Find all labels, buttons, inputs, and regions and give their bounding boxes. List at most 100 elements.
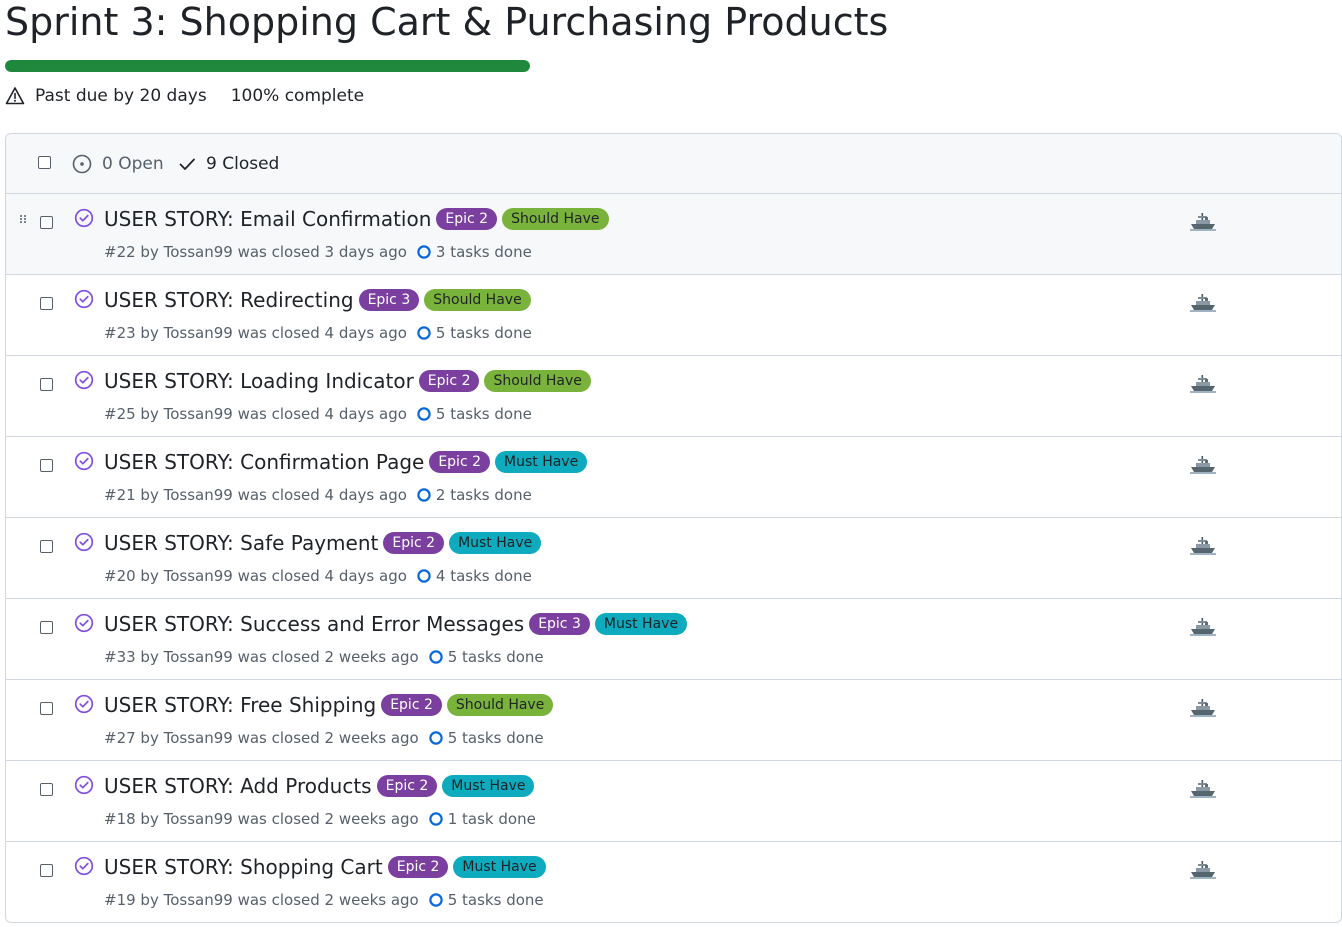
issue-title-link[interactable]: USER STORY: Safe Payment [104, 531, 378, 555]
tasks-done-text[interactable]: 5 tasks done [448, 891, 544, 909]
epic-label[interactable]: Epic 2 [429, 451, 491, 473]
epic-label[interactable]: Epic 2 [418, 370, 480, 392]
issue-checkbox[interactable] [40, 216, 53, 229]
task-progress-icon [429, 893, 443, 907]
milestone-progress-bar [5, 60, 530, 72]
issue-meta: #23 by Tossan99 was closed 4 days ago 5 … [104, 324, 532, 342]
issue-row[interactable]: USER STORY: Add Products Epic 2 Must Hav… [6, 761, 1341, 842]
priority-label[interactable]: Must Have [453, 856, 546, 878]
issue-meta-text: #21 by Tossan99 was closed 4 days ago [104, 486, 407, 504]
issue-checkbox[interactable] [40, 621, 53, 634]
ship-avatar-icon[interactable] [1190, 778, 1216, 800]
issue-row[interactable]: USER STORY: Confirmation Page Epic 2 Mus… [6, 437, 1341, 518]
issue-meta-text: #22 by Tossan99 was closed 3 days ago [104, 243, 407, 261]
tasks-done-text[interactable]: 5 tasks done [448, 648, 544, 666]
open-issues-filter[interactable]: 0 Open [72, 154, 164, 174]
issue-title-link[interactable]: USER STORY: Success and Error Messages [104, 612, 524, 636]
tasks-done-text[interactable]: 5 tasks done [448, 729, 544, 747]
issue-meta: #21 by Tossan99 was closed 4 days ago 2 … [104, 486, 532, 504]
issue-title-link[interactable]: USER STORY: Add Products [104, 774, 372, 798]
issue-checkbox[interactable] [40, 864, 53, 877]
issue-checkbox[interactable] [40, 540, 53, 553]
ship-avatar-icon[interactable] [1190, 616, 1216, 638]
issue-closed-icon [74, 532, 94, 552]
issue-checkbox[interactable] [40, 378, 53, 391]
issue-meta: #19 by Tossan99 was closed 2 weeks ago 5… [104, 891, 544, 909]
issue-title-line: USER STORY: Add Products Epic 2 Must Hav… [104, 774, 535, 798]
issue-closed-icon [74, 208, 94, 228]
issue-meta-text: #19 by Tossan99 was closed 2 weeks ago [104, 891, 419, 909]
select-all-checkbox[interactable] [38, 156, 51, 169]
issue-meta: #27 by Tossan99 was closed 2 weeks ago 5… [104, 729, 544, 747]
issue-closed-icon [74, 370, 94, 390]
issue-closed-icon [74, 451, 94, 471]
ship-avatar-icon[interactable] [1190, 211, 1216, 233]
issue-row[interactable]: USER STORY: Success and Error Messages E… [6, 599, 1341, 680]
issue-title-link[interactable]: USER STORY: Shopping Cart [104, 855, 383, 879]
tasks-done-text[interactable]: 2 tasks done [436, 486, 532, 504]
issue-title-link[interactable]: USER STORY: Confirmation Page [104, 450, 424, 474]
issue-title-link[interactable]: USER STORY: Free Shipping [104, 693, 376, 717]
issue-title-link[interactable]: USER STORY: Redirecting [104, 288, 354, 312]
task-progress-icon [417, 488, 431, 502]
ship-avatar-icon[interactable] [1190, 697, 1216, 719]
check-icon [179, 158, 195, 170]
tasks-done-text[interactable]: 5 tasks done [436, 324, 532, 342]
issue-checkbox[interactable] [40, 702, 53, 715]
tasks-done-text[interactable]: 3 tasks done [436, 243, 532, 261]
tasks-done-text[interactable]: 4 tasks done [436, 567, 532, 585]
issue-row[interactable]: USER STORY: Free Shipping Epic 2 Should … [6, 680, 1341, 761]
epic-label[interactable]: Epic 2 [436, 208, 498, 230]
issue-title-line: USER STORY: Confirmation Page Epic 2 Mus… [104, 450, 588, 474]
issue-rows: USER STORY: Email Confirmation Epic 2 Sh… [6, 194, 1341, 922]
issue-checkbox[interactable] [40, 297, 53, 310]
issue-meta: #22 by Tossan99 was closed 3 days ago 3 … [104, 243, 532, 261]
closed-issues-filter[interactable]: 9 Closed [178, 154, 279, 174]
priority-label[interactable]: Should Have [446, 694, 554, 716]
drag-handle-icon[interactable] [19, 214, 27, 224]
ship-avatar-icon[interactable] [1190, 292, 1216, 314]
priority-label[interactable]: Must Have [449, 532, 542, 554]
issue-title-link[interactable]: USER STORY: Loading Indicator [104, 369, 414, 393]
priority-label[interactable]: Should Have [424, 289, 531, 311]
task-progress-icon [417, 245, 431, 259]
task-progress-icon [417, 407, 431, 421]
milestone-progress-fill [5, 60, 530, 72]
epic-label[interactable]: Epic 3 [358, 289, 420, 311]
epic-label[interactable]: Epic 2 [383, 532, 445, 554]
epic-label[interactable]: Epic 2 [381, 694, 442, 716]
epic-label[interactable]: Epic 2 [387, 856, 449, 878]
issue-open-icon [72, 154, 92, 173]
issue-closed-icon [74, 289, 94, 309]
alert-triangle-icon [5, 86, 25, 106]
ship-avatar-icon[interactable] [1190, 454, 1216, 476]
priority-label[interactable]: Must Have [495, 451, 588, 473]
tasks-done-text[interactable]: 5 tasks done [436, 405, 532, 423]
issue-meta-text: #27 by Tossan99 was closed 2 weeks ago [104, 729, 419, 747]
issue-title-line: USER STORY: Safe Payment Epic 2 Must Hav… [104, 531, 542, 555]
issue-title-link[interactable]: USER STORY: Email Confirmation [104, 207, 431, 231]
issue-checkbox[interactable] [40, 459, 53, 472]
issue-meta: #20 by Tossan99 was closed 4 days ago 4 … [104, 567, 532, 585]
priority-label[interactable]: Should Have [502, 208, 609, 230]
issue-meta-text: #20 by Tossan99 was closed 4 days ago [104, 567, 407, 585]
priority-label[interactable]: Must Have [442, 775, 535, 797]
ship-avatar-icon[interactable] [1190, 373, 1216, 395]
tasks-done-text[interactable]: 1 task done [448, 810, 536, 828]
priority-label[interactable]: Should Have [484, 370, 591, 392]
issue-closed-icon [74, 694, 94, 714]
issue-row[interactable]: USER STORY: Redirecting Epic 3 Should Ha… [6, 275, 1341, 356]
issue-checkbox[interactable] [40, 783, 53, 796]
issue-title-line: USER STORY: Success and Error Messages E… [104, 612, 688, 636]
epic-label[interactable]: Epic 2 [376, 775, 438, 797]
issue-row[interactable]: USER STORY: Safe Payment Epic 2 Must Hav… [6, 518, 1341, 599]
issue-meta-text: #33 by Tossan99 was closed 2 weeks ago [104, 648, 419, 666]
issue-row[interactable]: USER STORY: Email Confirmation Epic 2 Sh… [6, 194, 1341, 275]
epic-label[interactable]: Epic 3 [529, 613, 590, 635]
ship-avatar-icon[interactable] [1190, 859, 1216, 881]
issue-row[interactable]: USER STORY: Loading Indicator Epic 2 Sho… [6, 356, 1341, 437]
ship-avatar-icon[interactable] [1190, 535, 1216, 557]
issue-row[interactable]: USER STORY: Shopping Cart Epic 2 Must Ha… [6, 842, 1341, 922]
open-count-label: 0 Open [102, 153, 164, 174]
priority-label[interactable]: Must Have [594, 613, 688, 635]
